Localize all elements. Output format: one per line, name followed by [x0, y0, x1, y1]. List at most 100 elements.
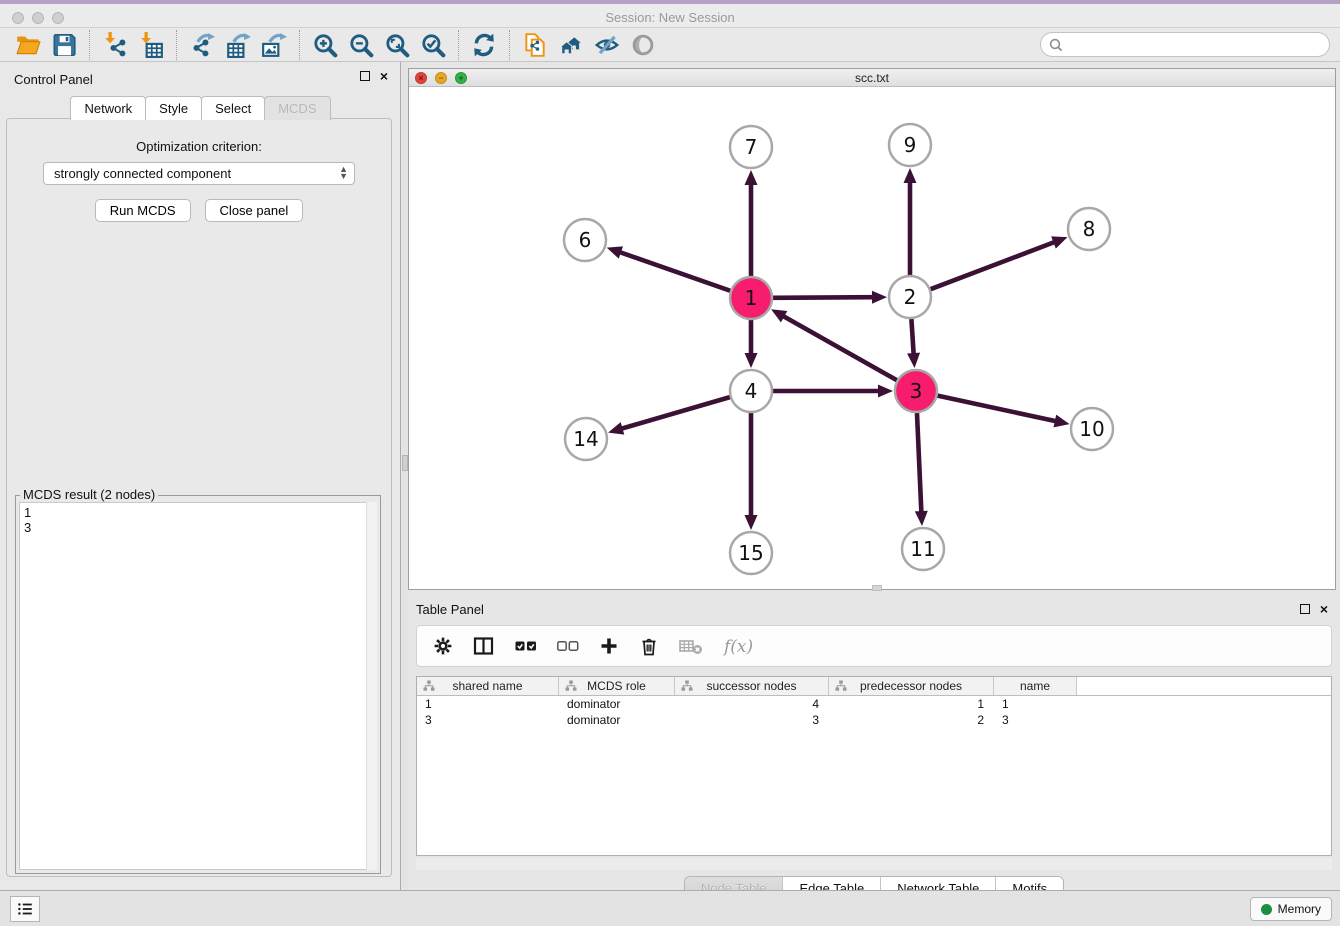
- network-overview-button[interactable]: [553, 30, 589, 60]
- dropdown-selected-value: strongly connected component: [54, 166, 231, 181]
- delete-icon: [639, 636, 659, 656]
- graph-edge-3-1[interactable]: [782, 316, 896, 381]
- node-table[interactable]: shared name MCDS role successor nodes: [416, 676, 1332, 856]
- cell-predecessor-nodes[interactable]: 1: [829, 697, 994, 711]
- deselect-all-button[interactable]: [557, 636, 579, 656]
- open-session-icon: [15, 32, 41, 58]
- graph-node-label: 11: [910, 537, 935, 561]
- optimization-criterion-dropdown[interactable]: strongly connected component ▲▼: [43, 162, 355, 185]
- control-panel-tabs: Network Style Select MCDS: [0, 96, 400, 120]
- toolbar-separator: [509, 30, 510, 60]
- hierarchy-icon: [565, 680, 577, 692]
- graph-edge-arrowhead: [607, 246, 623, 258]
- tab-select[interactable]: Select: [201, 96, 265, 120]
- title-bar: Session: New Session: [0, 0, 1340, 28]
- cell-shared-name[interactable]: 1: [417, 697, 559, 711]
- float-panel-icon[interactable]: [1300, 604, 1310, 614]
- table-horizontal-scrollbar[interactable]: [416, 858, 1332, 870]
- column-header-predecessor-nodes[interactable]: predecessor nodes: [829, 677, 994, 695]
- import-table-button[interactable]: [133, 30, 169, 60]
- add-column-icon: [599, 636, 619, 656]
- cell-mcds-role[interactable]: dominator: [559, 697, 675, 711]
- table-row[interactable]: 1 dominator 4 1 1: [417, 696, 1331, 712]
- task-history-button[interactable]: [10, 896, 40, 922]
- import-network-button[interactable]: [97, 30, 133, 60]
- column-header-shared-name[interactable]: shared name: [417, 677, 559, 695]
- graph-edge-1-6[interactable]: [619, 252, 730, 291]
- run-mcds-button[interactable]: Run MCDS: [95, 199, 191, 222]
- refresh-icon: [471, 32, 497, 58]
- mcds-result-text[interactable]: 1 3: [19, 502, 377, 870]
- delete-button[interactable]: [639, 636, 659, 656]
- tab-network[interactable]: Network: [70, 96, 146, 120]
- float-panel-icon[interactable]: [360, 71, 370, 81]
- graph-node-label: 10: [1079, 417, 1104, 441]
- graph-edge-arrowhead: [608, 422, 624, 434]
- cell-mcds-role[interactable]: dominator: [559, 713, 675, 727]
- network-canvas[interactable]: 7968124314101511: [409, 87, 1335, 589]
- function-button[interactable]: f(x): [723, 635, 757, 657]
- cell-name[interactable]: 1: [994, 697, 1077, 711]
- column-button[interactable]: [473, 636, 495, 656]
- open-session-button[interactable]: [10, 30, 46, 60]
- tab-style[interactable]: Style: [145, 96, 202, 120]
- toolbar-separator: [299, 30, 300, 60]
- mcds-result-legend: MCDS result (2 nodes): [20, 487, 158, 502]
- zoom-in-button[interactable]: [307, 30, 343, 60]
- tab-mcds[interactable]: MCDS: [264, 96, 330, 120]
- mcds-result-scrollbar[interactable]: [366, 502, 377, 870]
- workspace-column: × − + scc.txt 7968124314101511 Table Pan…: [408, 62, 1340, 890]
- add-column-button[interactable]: [599, 636, 619, 656]
- close-panel-icon[interactable]: ×: [380, 71, 388, 81]
- graphics-details-icon: [594, 32, 620, 58]
- close-panel-icon[interactable]: ×: [1320, 604, 1328, 614]
- search-input[interactable]: [1063, 38, 1321, 52]
- select-all-button[interactable]: [515, 636, 537, 656]
- table-row[interactable]: 3 dominator 3 2 3: [417, 712, 1331, 728]
- control-panel-header: Control Panel ×: [0, 62, 400, 92]
- memory-status-icon: [1261, 904, 1272, 915]
- zoom-out-button[interactable]: [343, 30, 379, 60]
- optimization-criterion-label: Optimization criterion:: [7, 139, 391, 154]
- graph-edge-2-3[interactable]: [911, 319, 913, 355]
- graph-edge-4-14[interactable]: [621, 397, 730, 429]
- column-header-successor-nodes[interactable]: successor nodes: [675, 677, 829, 695]
- gear-button[interactable]: [433, 636, 453, 656]
- graph-edge-3-10[interactable]: [938, 396, 1057, 422]
- close-panel-button[interactable]: Close panel: [205, 199, 304, 222]
- zoom-selected-button[interactable]: [415, 30, 451, 60]
- status-bar: Memory: [0, 890, 1340, 926]
- birds-eye-button[interactable]: [625, 30, 661, 60]
- cell-name[interactable]: 3: [994, 713, 1077, 727]
- network-window-titlebar[interactable]: × − + scc.txt: [409, 69, 1335, 87]
- graph-edge-2-8[interactable]: [931, 242, 1056, 289]
- save-session-button[interactable]: [46, 30, 82, 60]
- refresh-button[interactable]: [466, 30, 502, 60]
- splitter-handle[interactable]: [872, 585, 882, 591]
- memory-button[interactable]: Memory: [1250, 897, 1332, 921]
- save-session-icon: [51, 32, 77, 58]
- delete-table-button[interactable]: [679, 636, 703, 656]
- column-header-mcds-role[interactable]: MCDS role: [559, 677, 675, 695]
- cell-successor-nodes[interactable]: 3: [675, 713, 829, 727]
- graph-edge-3-11[interactable]: [917, 413, 921, 513]
- graph-edge-1-2[interactable]: [773, 297, 874, 298]
- export-image-button[interactable]: [256, 30, 292, 60]
- cell-predecessor-nodes[interactable]: 2: [829, 713, 994, 727]
- cell-shared-name[interactable]: 3: [417, 713, 559, 727]
- duplicate-network-button[interactable]: [517, 30, 553, 60]
- duplicate-network-icon: [522, 32, 548, 58]
- cell-successor-nodes[interactable]: 4: [675, 697, 829, 711]
- graph-node-label: 1: [745, 286, 758, 310]
- export-network-button[interactable]: [184, 30, 220, 60]
- export-table-button[interactable]: [220, 30, 256, 60]
- graph-node-label: 4: [745, 379, 758, 403]
- graphics-details-button[interactable]: [589, 30, 625, 60]
- hierarchy-icon: [681, 680, 693, 692]
- network-overview-icon: [558, 32, 584, 58]
- column-header-name[interactable]: name: [994, 677, 1077, 695]
- graph-edge-arrowhead: [1053, 415, 1069, 428]
- select-all-icon: [515, 636, 537, 656]
- search-box[interactable]: [1040, 32, 1330, 57]
- zoom-fit-button[interactable]: [379, 30, 415, 60]
